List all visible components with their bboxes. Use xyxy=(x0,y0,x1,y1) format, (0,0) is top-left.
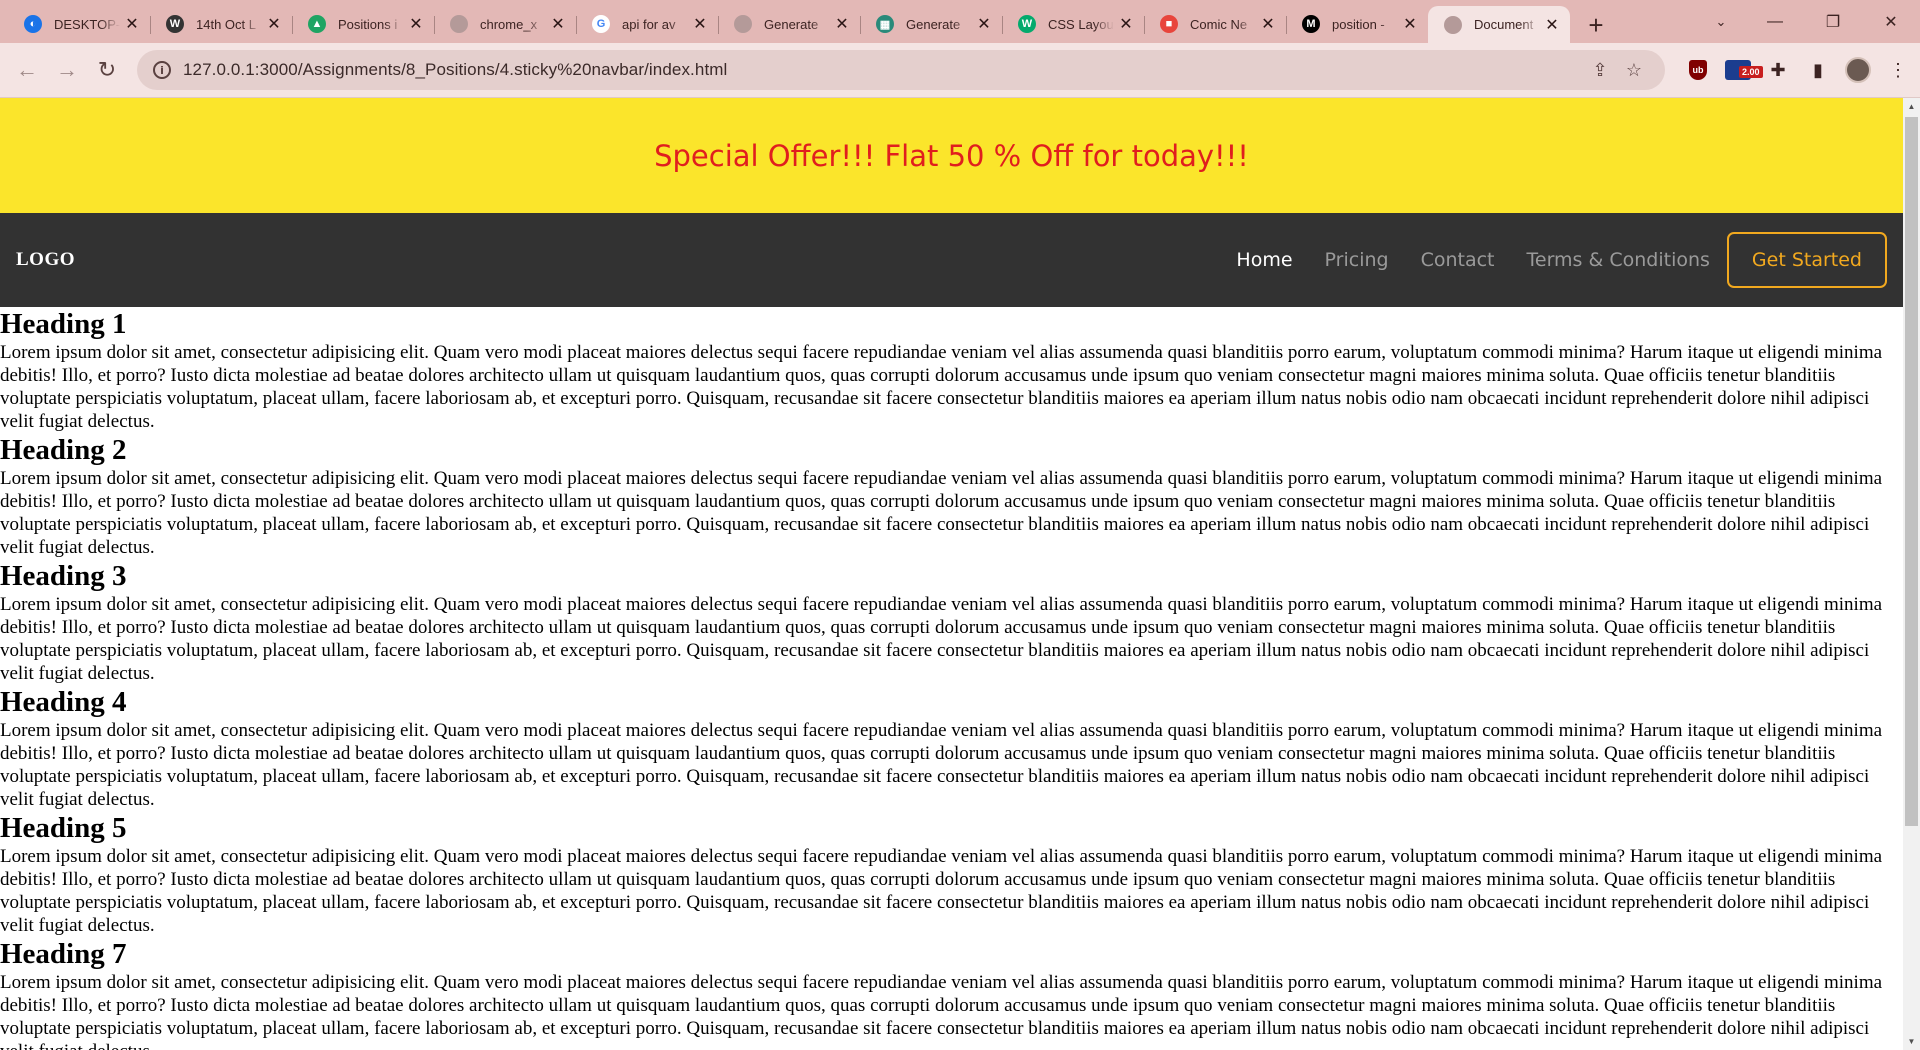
browser-tab[interactable]: ■ Comic Ne ✕ xyxy=(1144,6,1286,42)
scroll-up-arrow-icon[interactable]: ▲ xyxy=(1903,98,1920,115)
sticky-navbar: LOGO Home Pricing Contact Terms & Condit… xyxy=(0,213,1903,307)
tab-close-icon[interactable]: ✕ xyxy=(1544,15,1560,35)
scroll-thumb[interactable] xyxy=(1905,117,1918,826)
section-heading: Heading 7 xyxy=(0,938,127,970)
forward-icon[interactable]: → xyxy=(47,50,87,90)
main-content: Heading 1 Lorem ipsum dolor sit amet, con… xyxy=(0,307,1903,1050)
browser-tab[interactable]: W CSS Layou ✕ xyxy=(1002,6,1144,42)
section-paragraph: Lorem ipsum dolor sit amet, consectetur … xyxy=(0,468,1883,558)
extensions-puzzle-icon[interactable]: ✚ xyxy=(1759,51,1797,89)
google-fonts-icon: ■ xyxy=(1160,15,1178,33)
browser-tab[interactable]: ▲ Positions i ✕ xyxy=(292,6,434,42)
reload-icon[interactable]: ↻ xyxy=(87,50,127,90)
ublock-extension-icon[interactable]: ub xyxy=(1679,51,1717,89)
section-heading: Heading 4 xyxy=(0,686,127,718)
page-viewport: Special Offer!!! Flat 50 % Off for today… xyxy=(0,98,1903,1050)
tab-close-icon[interactable]: ✕ xyxy=(408,14,424,34)
globe-icon xyxy=(734,15,752,33)
nav-link-pricing[interactable]: Pricing xyxy=(1325,249,1389,271)
chrome-remote-icon: ◐ xyxy=(24,15,42,33)
logo[interactable]: LOGO xyxy=(16,249,75,271)
tab-list: ◐ DESKTOP- ✕ W 14th Oct L ✕ ▲ Positions i ✕ chrom… xyxy=(8,6,1570,43)
section-paragraph: Lorem ipsum dolor sit amet, consectetur … xyxy=(0,846,1883,936)
page-scrollbar[interactable]: ▲ ▼ xyxy=(1903,98,1920,1050)
offer-banner: Special Offer!!! Flat 50 % Off for today… xyxy=(0,98,1903,213)
mdn-icon: M xyxy=(1302,15,1320,33)
tab-close-icon[interactable]: ✕ xyxy=(1402,14,1418,34)
offer-text: Special Offer!!! Flat 50 % Off for today… xyxy=(654,138,1249,173)
google-drive-icon: ▲ xyxy=(308,15,326,33)
tab-title: 14th Oct L xyxy=(196,16,256,32)
video-speed-extension-icon[interactable]: 2.00 xyxy=(1719,51,1763,89)
tab-title: CSS Layou xyxy=(1048,16,1114,32)
tab-title: position - xyxy=(1332,16,1385,32)
tab-close-icon[interactable]: ✕ xyxy=(976,14,992,34)
section-heading: Heading 3 xyxy=(0,560,127,592)
google-icon: G xyxy=(592,15,610,33)
nav-link-home[interactable]: Home xyxy=(1236,249,1292,271)
url-text[interactable]: 127.0.0.1:3000/Assignments/8_Positions/4… xyxy=(183,60,1583,80)
checker-icon: ▦ xyxy=(876,15,894,33)
nav-link-terms[interactable]: Terms & Conditions xyxy=(1527,249,1710,271)
side-panel-icon[interactable]: ▮ xyxy=(1799,51,1837,89)
section-heading: Heading 5 xyxy=(0,812,127,844)
wordpress-icon: W xyxy=(166,15,184,33)
section-paragraph: Lorem ipsum dolor sit amet, consectetur … xyxy=(0,342,1883,432)
nav-links: Home Pricing Contact Terms & Conditions … xyxy=(1204,232,1887,288)
tab-close-icon[interactable]: ✕ xyxy=(1118,14,1134,34)
get-started-button[interactable]: Get Started xyxy=(1726,232,1887,288)
new-tab-button[interactable]: + xyxy=(1576,7,1616,43)
browser-tab-strip: ◐ DESKTOP- ✕ W 14th Oct L ✕ ▲ Positions i ✕ chrom… xyxy=(0,0,1920,43)
back-icon[interactable]: ← xyxy=(7,50,47,90)
tab-title: Generate xyxy=(764,16,819,32)
close-window-icon[interactable]: ✕ xyxy=(1862,0,1920,43)
browser-tab[interactable]: Generate ✕ xyxy=(718,6,860,42)
browser-tab[interactable]: Mposition - ✕ xyxy=(1286,6,1428,42)
tab-close-icon[interactable]: ✕ xyxy=(1260,14,1276,34)
profile-avatar[interactable] xyxy=(1839,51,1877,89)
browser-tab[interactable]: chrome_x ✕ xyxy=(434,6,576,42)
browser-tab[interactable]: Document ✕ xyxy=(1428,6,1570,43)
bookmark-star-icon[interactable]: ☆ xyxy=(1617,60,1651,81)
site-info-icon[interactable]: i xyxy=(153,61,171,79)
browser-tab[interactable]: Gapi for av ✕ xyxy=(576,6,718,42)
tab-search-icon[interactable]: ⌄ xyxy=(1696,0,1746,43)
tab-title: DESKTOP- xyxy=(54,16,120,32)
section-paragraph: Lorem ipsum dolor sit amet, consectetur … xyxy=(0,594,1883,684)
globe-icon xyxy=(1444,15,1462,34)
tab-close-icon[interactable]: ✕ xyxy=(834,14,850,34)
browser-menu-icon[interactable]: ⋮ xyxy=(1879,51,1917,89)
tab-title: chrome_x xyxy=(480,16,538,32)
browser-toolbar: ← → ↻ i 127.0.0.1:3000/Assignments/8_Pos… xyxy=(0,43,1920,98)
w3schools-icon: W xyxy=(1018,15,1036,33)
browser-tab[interactable]: W 14th Oct L ✕ xyxy=(150,6,292,42)
share-icon[interactable]: ⇪ xyxy=(1583,60,1617,81)
section-paragraph: Lorem ipsum dolor sit amet, consectetur … xyxy=(0,720,1883,810)
tab-close-icon[interactable]: ✕ xyxy=(692,14,708,34)
tab-title: Positions i xyxy=(338,16,398,32)
tab-close-icon[interactable]: ✕ xyxy=(124,14,140,34)
section-heading: Heading 1 xyxy=(0,308,127,340)
browser-tab[interactable]: ▦ Generate ✕ xyxy=(860,6,1002,42)
globe-icon xyxy=(450,15,468,33)
browser-tab[interactable]: ◐ DESKTOP- ✕ xyxy=(8,6,150,42)
tab-close-icon[interactable]: ✕ xyxy=(550,14,566,34)
address-bar[interactable]: i 127.0.0.1:3000/Assignments/8_Positions… xyxy=(137,50,1665,90)
restore-icon[interactable]: ❐ xyxy=(1804,0,1862,43)
tab-title: api for av xyxy=(622,16,676,32)
window-controls: ⌄ — ❐ ✕ xyxy=(1696,0,1920,43)
section-heading: Heading 2 xyxy=(0,434,127,466)
tab-title: Document xyxy=(1474,17,1534,32)
nav-link-contact[interactable]: Contact xyxy=(1421,249,1495,271)
tab-title: Generate xyxy=(906,16,961,32)
tab-title: Comic Ne xyxy=(1190,16,1248,32)
minimize-icon[interactable]: — xyxy=(1746,0,1804,43)
tab-close-icon[interactable]: ✕ xyxy=(266,14,282,34)
scroll-down-arrow-icon[interactable]: ▼ xyxy=(1903,1033,1920,1050)
section-paragraph: Lorem ipsum dolor sit amet, consectetur … xyxy=(0,972,1883,1050)
